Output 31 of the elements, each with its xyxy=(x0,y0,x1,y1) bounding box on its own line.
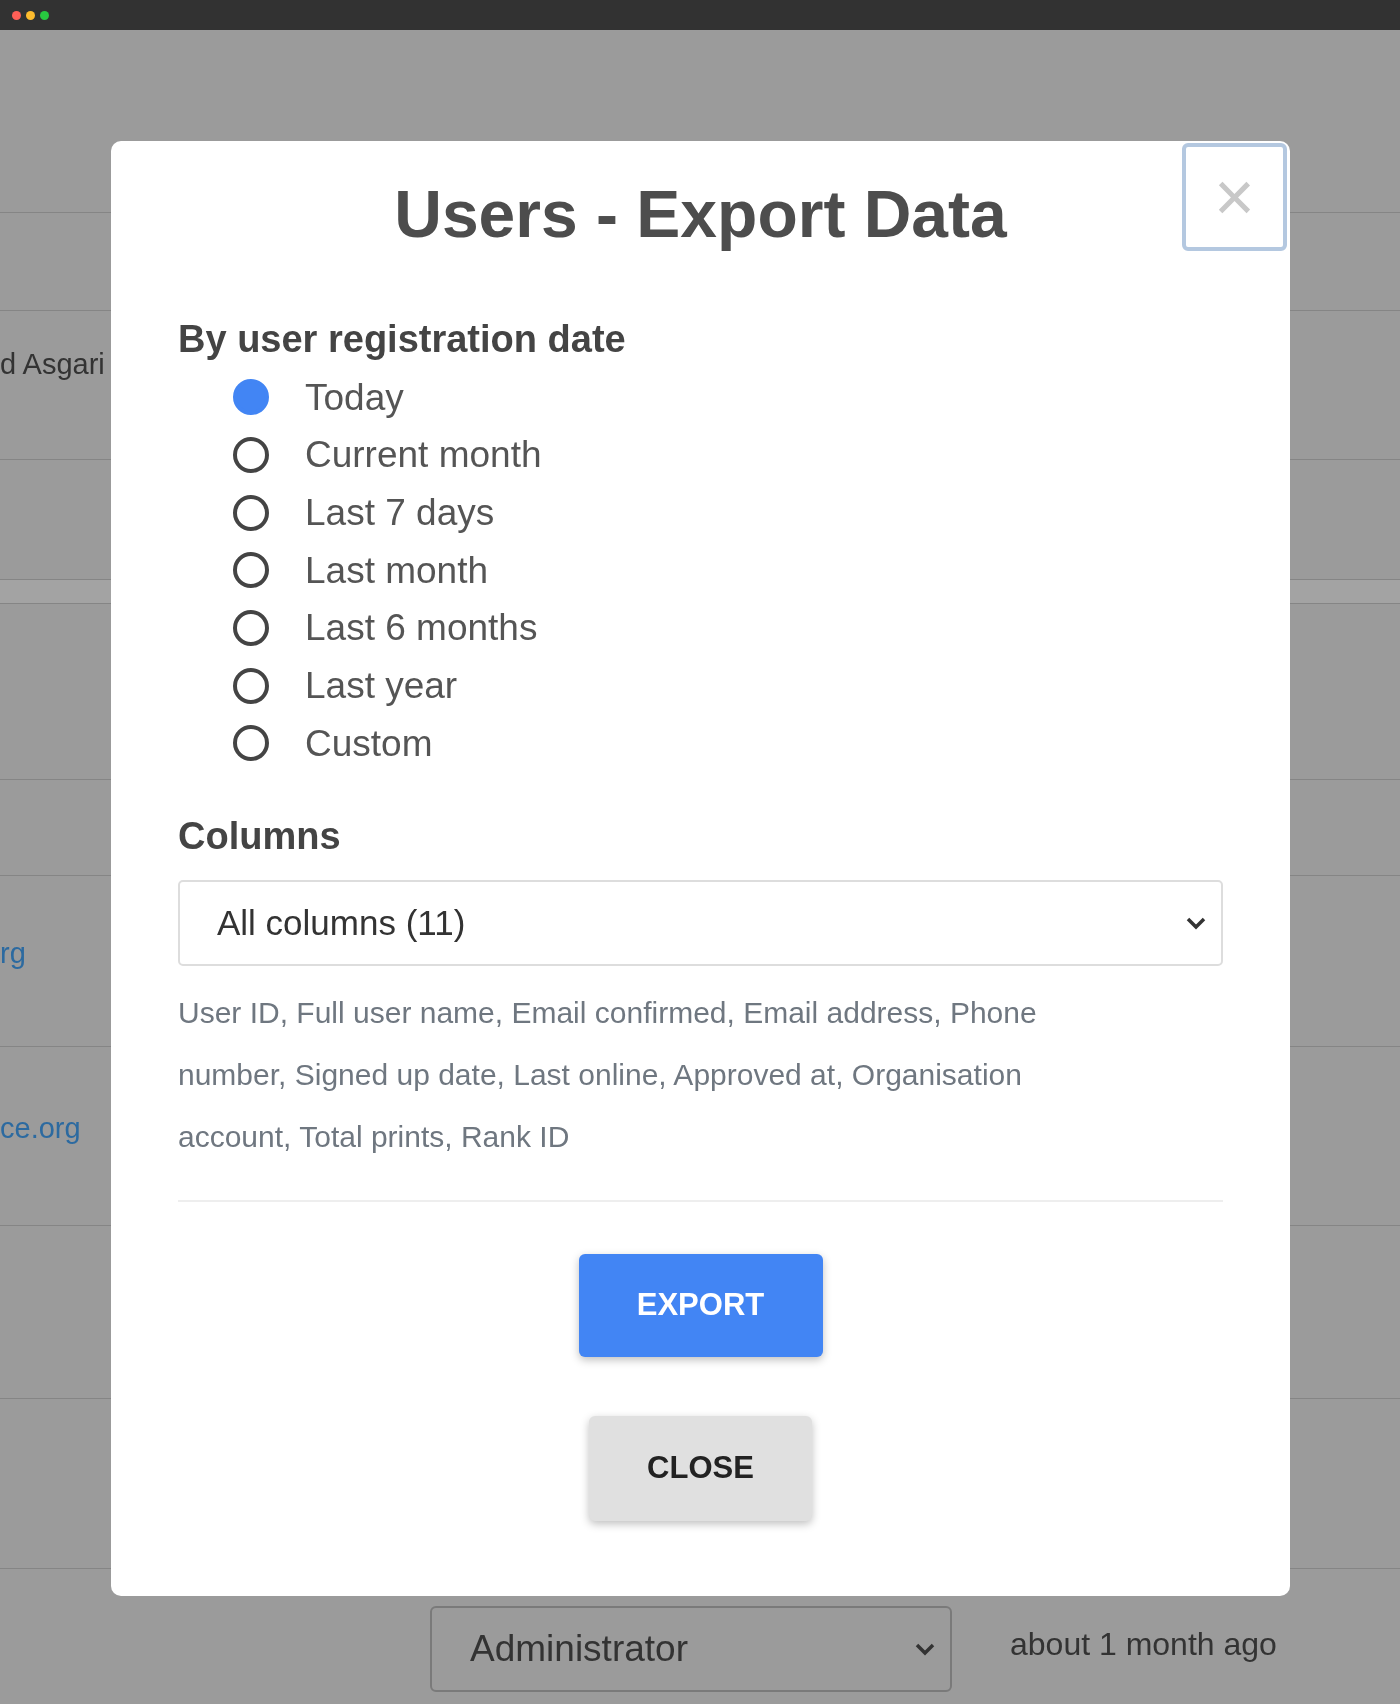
close-dialog-button[interactable]: CLOSE xyxy=(589,1415,812,1521)
radio-label: Last 7 days xyxy=(305,490,495,535)
role-select[interactable]: Administrator xyxy=(430,1605,952,1692)
last-online-text: about 1 month ago xyxy=(1010,1624,1277,1664)
radio-button[interactable] xyxy=(233,437,269,473)
dialog-title: Users - Export Data xyxy=(393,177,1008,253)
radio-label: Last 6 months xyxy=(305,606,538,651)
radio-label: Current month xyxy=(305,433,542,478)
section-heading: By user registration date xyxy=(178,316,627,362)
radio-label: Custom xyxy=(305,721,433,766)
email-link[interactable]: rg xyxy=(0,931,26,976)
section-heading: Columns xyxy=(178,814,342,860)
chevron-down-icon xyxy=(1185,915,1207,930)
email-link[interactable]: ce.org xyxy=(0,1106,81,1151)
minimize-window-icon[interactable] xyxy=(26,10,35,20)
radio-label: Last month xyxy=(305,548,489,593)
radio-label: Today xyxy=(305,375,404,420)
radio-label: Last year xyxy=(305,664,458,708)
columns-select[interactable]: All columns (11) xyxy=(178,879,1223,966)
radio-button[interactable] xyxy=(233,725,269,762)
radio-button[interactable] xyxy=(233,610,269,647)
maximize-window-icon[interactable] xyxy=(40,10,49,20)
radio-button[interactable] xyxy=(233,379,269,416)
help-text: User ID, Full user name, Email confirmed, Email address, Phone number, Signed up date, Last online, Approved at, Organisation account, Total prints, Rank ID xyxy=(178,994,1038,1155)
radio-button[interactable] xyxy=(233,494,269,531)
export-button[interactable]: EXPORT xyxy=(578,1253,823,1357)
user-name: d Asgari xyxy=(0,347,105,383)
chevron-down-icon xyxy=(914,1641,936,1656)
close-window-icon[interactable] xyxy=(12,10,21,20)
radio-button[interactable] xyxy=(233,667,269,704)
radio-button[interactable] xyxy=(233,552,269,589)
